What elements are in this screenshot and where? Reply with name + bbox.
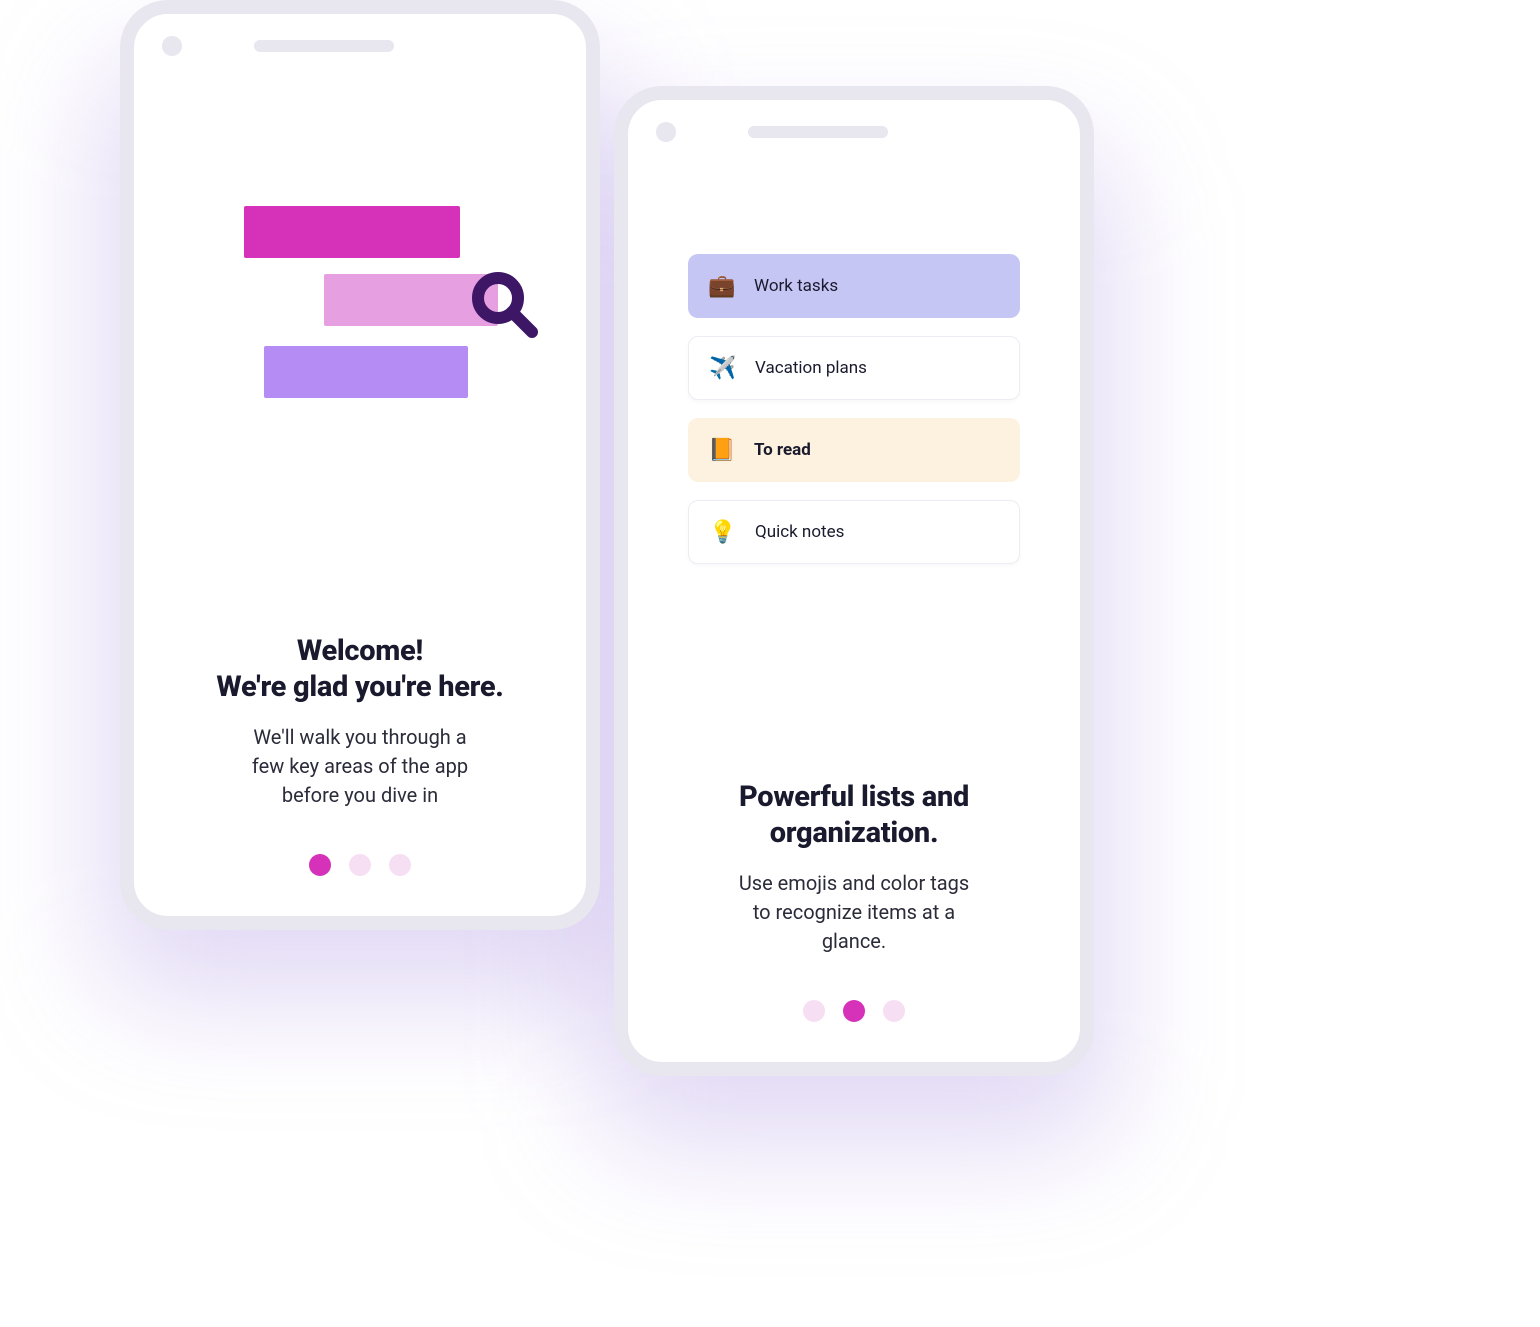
- phone-status-bar: [134, 14, 586, 78]
- onboarding-screen-1: Welcome! We're glad you're here. We'll w…: [134, 78, 586, 916]
- airplane-icon: ✈️: [709, 356, 735, 381]
- illustration-bar-1: [244, 206, 460, 258]
- list-item-label: To read: [754, 440, 811, 460]
- page-dot-1[interactable]: [803, 1000, 825, 1022]
- page-dot-2[interactable]: [349, 854, 371, 876]
- example-lists: 💼 Work tasks ✈️ Vacation plans 📙 To read…: [668, 164, 1040, 564]
- illustration-bar-3: [264, 346, 468, 398]
- list-item-label: Work tasks: [754, 276, 838, 296]
- list-item[interactable]: ✈️ Vacation plans: [688, 336, 1020, 400]
- list-item[interactable]: 📙 To read: [688, 418, 1020, 482]
- phone-status-bar: [628, 100, 1080, 164]
- list-item-label: Vacation plans: [755, 358, 867, 378]
- copy-block: Powerful lists and organization. Use emo…: [668, 759, 1040, 957]
- camera-dot-icon: [656, 122, 676, 142]
- speaker-slot-icon: [254, 40, 394, 52]
- page-dot-1[interactable]: [309, 854, 331, 876]
- page-dots: [668, 1000, 1040, 1022]
- page-dot-3[interactable]: [883, 1000, 905, 1022]
- copy-block: Welcome! We're glad you're here. We'll w…: [174, 613, 546, 811]
- headline: Powerful lists and organization.: [678, 779, 1030, 852]
- phone-mockup-2: 💼 Work tasks ✈️ Vacation plans 📙 To read…: [614, 86, 1094, 1076]
- search-icon: [468, 268, 540, 340]
- list-item-label: Quick notes: [755, 522, 844, 542]
- briefcase-icon: 💼: [708, 274, 734, 299]
- subcopy: Use emojis and color tags to recognize i…: [678, 869, 1030, 956]
- lightbulb-icon: 💡: [709, 520, 735, 545]
- illustration-bars: [174, 78, 546, 458]
- list-item[interactable]: 💡 Quick notes: [688, 500, 1020, 564]
- book-icon: 📙: [708, 438, 734, 463]
- list-item[interactable]: 💼 Work tasks: [688, 254, 1020, 318]
- phone-mockup-1: Welcome! We're glad you're here. We'll w…: [120, 0, 600, 930]
- camera-dot-icon: [162, 36, 182, 56]
- page-dot-3[interactable]: [389, 854, 411, 876]
- speaker-slot-icon: [748, 126, 888, 138]
- onboarding-screen-2: 💼 Work tasks ✈️ Vacation plans 📙 To read…: [628, 164, 1080, 1062]
- page-dots: [174, 854, 546, 876]
- page-dot-2[interactable]: [843, 1000, 865, 1022]
- subcopy: We'll walk you through a few key areas o…: [184, 723, 536, 810]
- headline: Welcome! We're glad you're here.: [184, 633, 536, 706]
